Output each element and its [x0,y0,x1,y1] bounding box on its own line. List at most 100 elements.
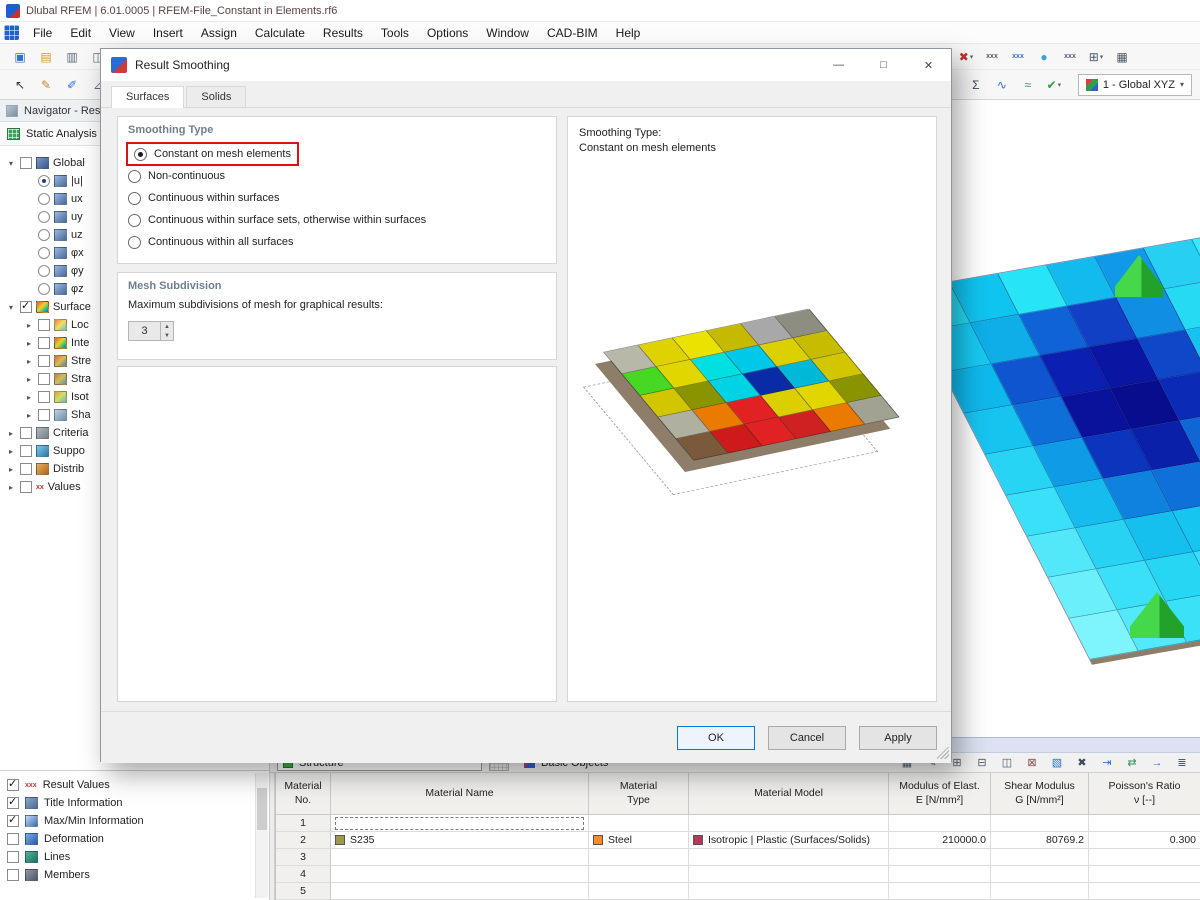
tree-checkbox[interactable] [38,373,50,385]
tree-checkbox[interactable] [38,355,50,367]
subdivision-spinner[interactable]: 3 ▲ ▼ [128,321,174,341]
save-file-icon[interactable]: ▥ [60,46,84,68]
rfem-menu-icon[interactable] [4,25,19,40]
tree-radio[interactable] [38,265,50,277]
menu-item-calculate[interactable]: Calculate [246,23,314,43]
expander-icon[interactable]: ▸ [24,375,34,384]
tree-checkbox[interactable] [20,299,32,313]
expander-icon[interactable]: ▸ [24,411,34,420]
menu-item-edit[interactable]: Edit [61,23,100,43]
tab-surfaces[interactable]: Surfaces [111,86,185,108]
smoothing-option[interactable]: Continuous within all surfaces [128,231,546,253]
edit-blue-icon[interactable]: ✐ [60,74,84,96]
material-name-input[interactable] [335,816,584,830]
row-number[interactable]: 3 [276,849,331,866]
tree-radio[interactable] [38,229,50,241]
smoothing-option[interactable]: Non-continuous [128,165,546,187]
smoothing-option[interactable]: Continuous within surfaces [128,187,546,209]
ok-button[interactable]: OK [677,725,755,750]
material-model-cell[interactable] [689,883,889,900]
shear-modulus-cell[interactable] [991,849,1089,866]
menu-item-help[interactable]: Help [607,23,650,43]
row-number[interactable]: 5 [276,883,331,900]
result-values-3-icon[interactable]: xxx [1058,46,1082,68]
modulus-cell[interactable] [889,849,991,866]
material-type-cell[interactable] [589,883,689,900]
tree-checkbox[interactable] [38,337,50,349]
resize-grip[interactable] [937,747,949,759]
menu-item-options[interactable]: Options [418,23,477,43]
result-values-1-icon[interactable]: xxx [980,46,1004,68]
table-delete-row-icon[interactable]: ⊟ [971,754,993,772]
material-type-cell[interactable] [589,866,689,883]
radio-unselected[interactable] [128,213,141,227]
menu-item-file[interactable]: File [24,23,61,43]
spinner-up-icon[interactable]: ▲ [161,322,173,331]
expander-icon[interactable]: ▸ [24,339,34,348]
row-number[interactable]: 1 [276,815,331,832]
select-pointer-icon[interactable]: ↖ [8,74,32,96]
print-graphic-icon[interactable]: ▦ [1110,46,1134,68]
modulus-cell[interactable]: 210000.0 [889,832,991,849]
expander-icon[interactable]: ▸ [6,447,16,456]
material-model-cell[interactable] [689,866,889,883]
display-checkbox[interactable] [7,851,19,863]
display-checkbox[interactable] [7,813,19,827]
menu-item-view[interactable]: View [100,23,144,43]
shear-modulus-cell[interactable] [991,883,1089,900]
shear-modulus-cell[interactable] [991,866,1089,883]
tab-solids[interactable]: Solids [186,86,247,107]
expander-icon[interactable]: ▸ [24,321,34,330]
poisson-ratio-cell[interactable] [1089,849,1200,866]
modulus-cell[interactable] [889,815,991,832]
modulus-cell[interactable] [889,866,991,883]
expander-icon[interactable]: ▸ [6,483,16,492]
row-number[interactable]: 4 [276,866,331,883]
tree-radio[interactable] [38,175,50,187]
display-checkbox[interactable] [7,777,19,791]
close-button[interactable]: ✕ [906,49,951,81]
spinner-down-icon[interactable]: ▼ [161,331,173,340]
tree-checkbox[interactable] [20,157,32,169]
row-number[interactable]: 2 [276,832,331,849]
display-option-lines[interactable]: Lines [7,848,269,866]
menu-item-window[interactable]: Window [477,23,538,43]
tree-radio[interactable] [38,211,50,223]
display-checkbox[interactable] [7,795,19,809]
shear-modulus-cell[interactable]: 80769.2 [991,832,1089,849]
check-calculation-icon[interactable]: ✔ ▾ [1042,74,1066,96]
poisson-ratio-cell[interactable] [1089,883,1200,900]
material-type-cell[interactable]: Steel [589,832,689,849]
result-point-icon[interactable]: ● [1032,46,1056,68]
expander-icon[interactable]: ▸ [6,429,16,438]
smoothing-option[interactable]: Constant on mesh elements [126,142,546,166]
expander-icon[interactable]: ▸ [24,357,34,366]
tree-radio[interactable] [38,283,50,295]
display-option-title-information[interactable]: Title Information [7,794,269,812]
tree-checkbox[interactable] [20,445,32,457]
tree-checkbox[interactable] [38,391,50,403]
minimize-button[interactable]: — [816,49,861,81]
radio-selected[interactable] [134,147,147,161]
material-name-cell[interactable] [331,849,589,866]
tree-checkbox[interactable] [38,319,50,331]
poisson-ratio-cell[interactable]: 0.300 [1089,832,1200,849]
material-type-cell[interactable] [589,815,689,832]
table-delete-icon[interactable]: ✖ [1071,754,1093,772]
display-option-members[interactable]: Members [7,866,269,884]
scrollbar-thumb[interactable] [257,788,267,830]
material-name-cell[interactable] [331,866,589,883]
table-list-icon[interactable]: ≣ [1171,754,1193,772]
result-diagram-icon[interactable]: ∿ [990,74,1014,96]
scrollbar[interactable] [255,773,268,898]
display-option-result-values[interactable]: xxx Result Values [7,776,269,794]
modulus-cell[interactable] [889,883,991,900]
coordinate-system-combo[interactable]: 1 - Global XYZ ▾ [1077,73,1192,96]
tree-checkbox[interactable] [20,427,32,439]
cancel-button[interactable]: Cancel [768,725,846,750]
table-copy-icon[interactable]: ◫ [996,754,1018,772]
menu-item-results[interactable]: Results [314,23,372,43]
expander-icon[interactable]: ▾ [6,159,16,168]
open-file-icon[interactable]: ▤ [34,46,58,68]
tree-radio[interactable] [38,193,50,205]
